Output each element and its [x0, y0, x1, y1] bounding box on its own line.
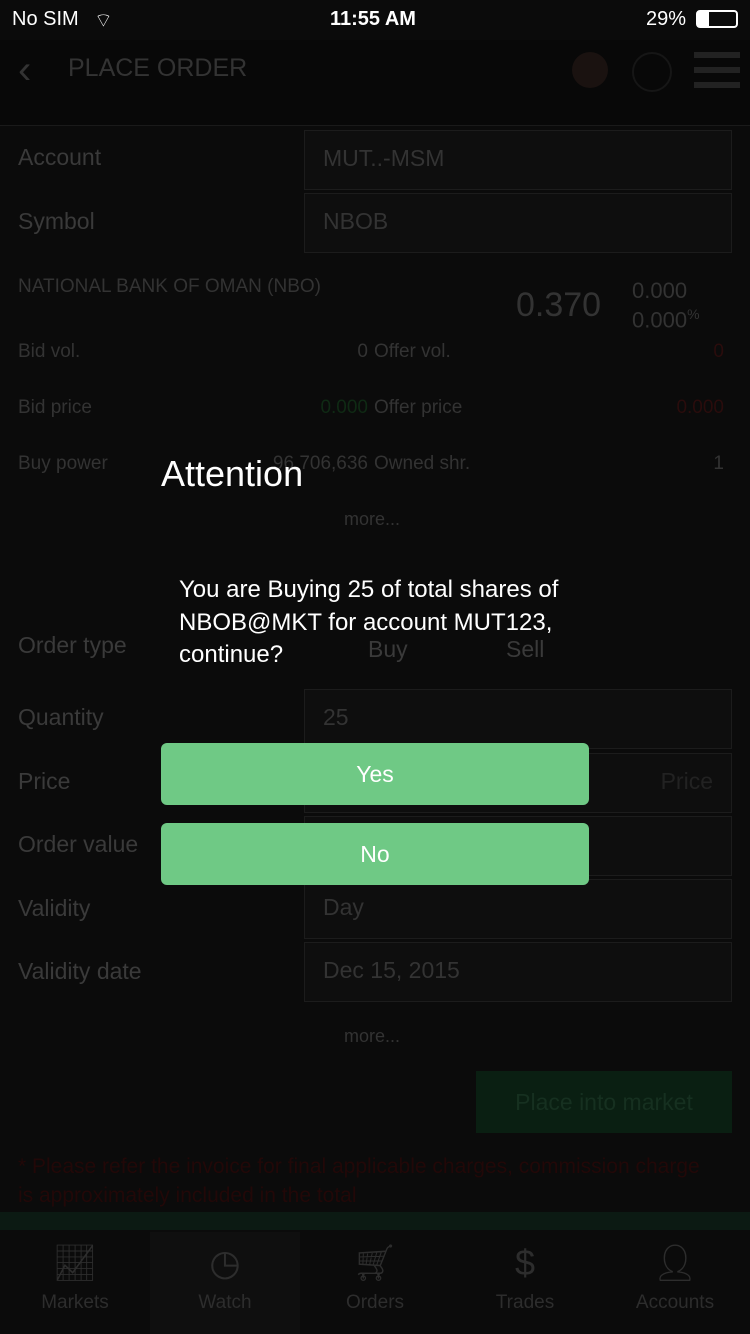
dialog-message: You are Buying 25 of total shares of NBO…: [179, 576, 559, 668]
yes-button[interactable]: Yes: [161, 743, 589, 805]
no-button[interactable]: No: [161, 823, 589, 885]
dialog: Attention You are Buying 25 of total sha…: [0, 0, 750, 1334]
dialog-title: Attention: [161, 453, 304, 494]
